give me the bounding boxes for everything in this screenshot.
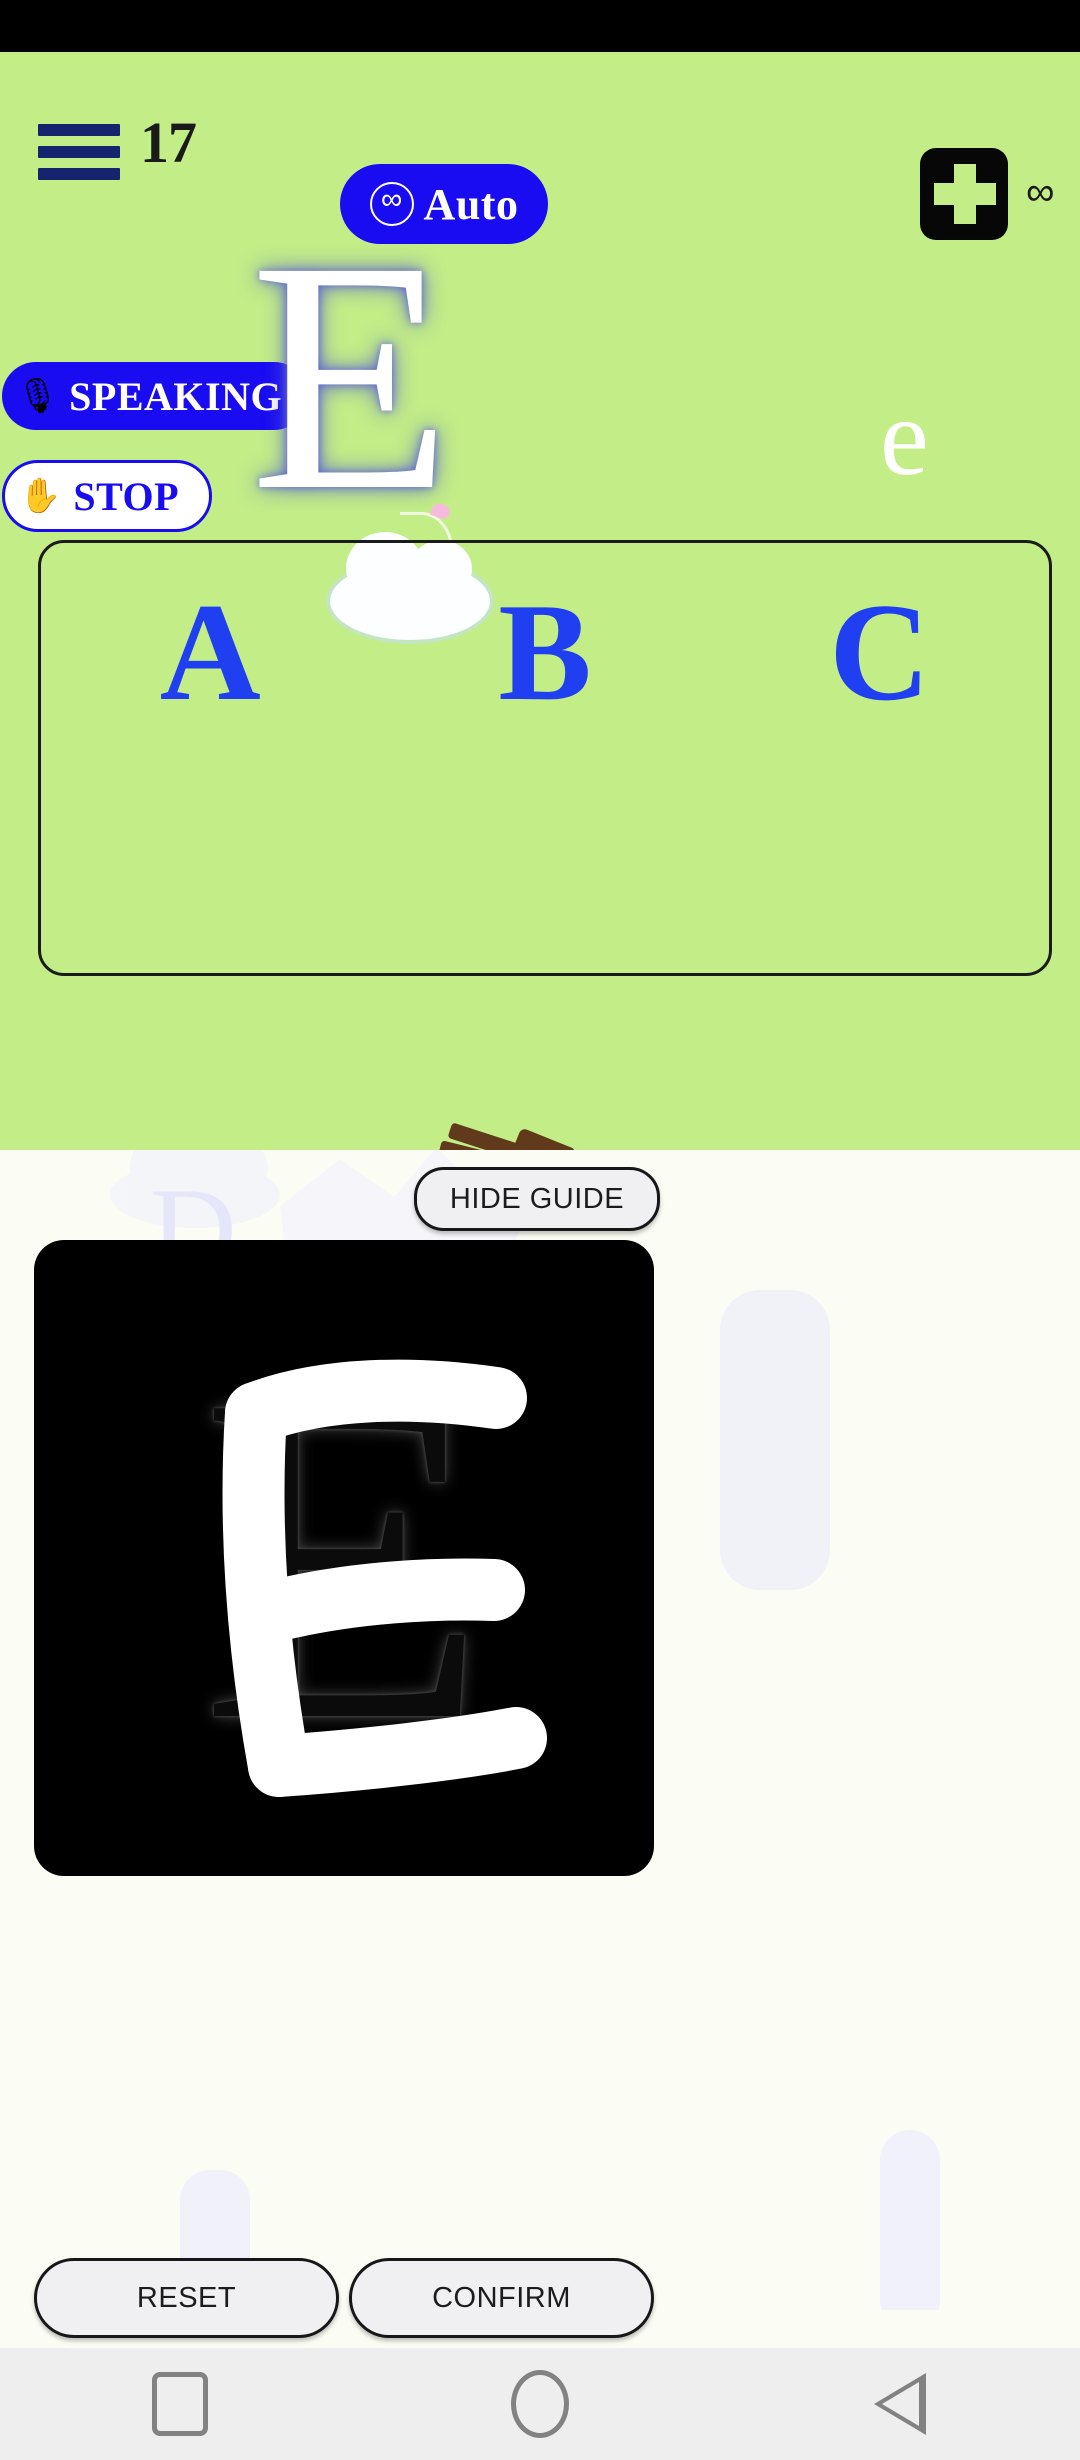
- choices-row: A B C: [41, 583, 1049, 723]
- choice-option-c[interactable]: C: [809, 583, 950, 723]
- hamburger-bar: [38, 168, 120, 180]
- choices-panel: A B C: [38, 540, 1052, 976]
- square-recents-icon[interactable]: [120, 2372, 240, 2436]
- health-cross-icon[interactable]: [920, 148, 1008, 240]
- app-screen: 17 ∞ Auto ∞ 🎙 SPEAKING ✋ STOP E e A B C: [0, 0, 1080, 2460]
- level-count: 17: [140, 110, 197, 175]
- game-screen: 17 ∞ Auto ∞ 🎙 SPEAKING ✋ STOP E e A B C: [0, 52, 1080, 1150]
- raised-hand-icon: ✋: [19, 477, 62, 515]
- hamburger-bar: [38, 124, 120, 136]
- microphone-icon: 🎙: [16, 377, 60, 415]
- hamburger-bar: [38, 146, 120, 158]
- hamburger-menu-icon[interactable]: [38, 124, 120, 180]
- canvas-action-row: RESET CONFIRM: [34, 2258, 654, 2338]
- stop-button[interactable]: ✋ STOP: [2, 460, 213, 532]
- choice-option-b[interactable]: B: [478, 583, 611, 723]
- top-bar: 17 ∞ Auto ∞: [0, 52, 1080, 244]
- lives-value: ∞: [1026, 170, 1055, 214]
- reset-button[interactable]: RESET: [34, 2258, 339, 2338]
- choice-option-a[interactable]: A: [140, 583, 281, 723]
- stop-button-label: STOP: [73, 473, 180, 519]
- android-nav-bar: [0, 2348, 1080, 2460]
- target-letter-uppercase: E: [250, 194, 452, 559]
- ghost-shape-decoration: [720, 1290, 830, 1590]
- confirm-button[interactable]: CONFIRM: [349, 2258, 654, 2338]
- circle-home-icon[interactable]: [480, 2370, 600, 2438]
- status-bar: [0, 0, 1080, 52]
- drawing-canvas[interactable]: E: [34, 1240, 654, 1876]
- hide-guide-button[interactable]: HIDE GUIDE: [414, 1167, 660, 1231]
- target-letter-lowercase: e: [880, 376, 929, 498]
- canvas-guide-letter: E: [200, 1297, 488, 1818]
- triangle-back-icon[interactable]: [840, 2373, 960, 2435]
- ghost-shape-decoration: [880, 2130, 940, 2310]
